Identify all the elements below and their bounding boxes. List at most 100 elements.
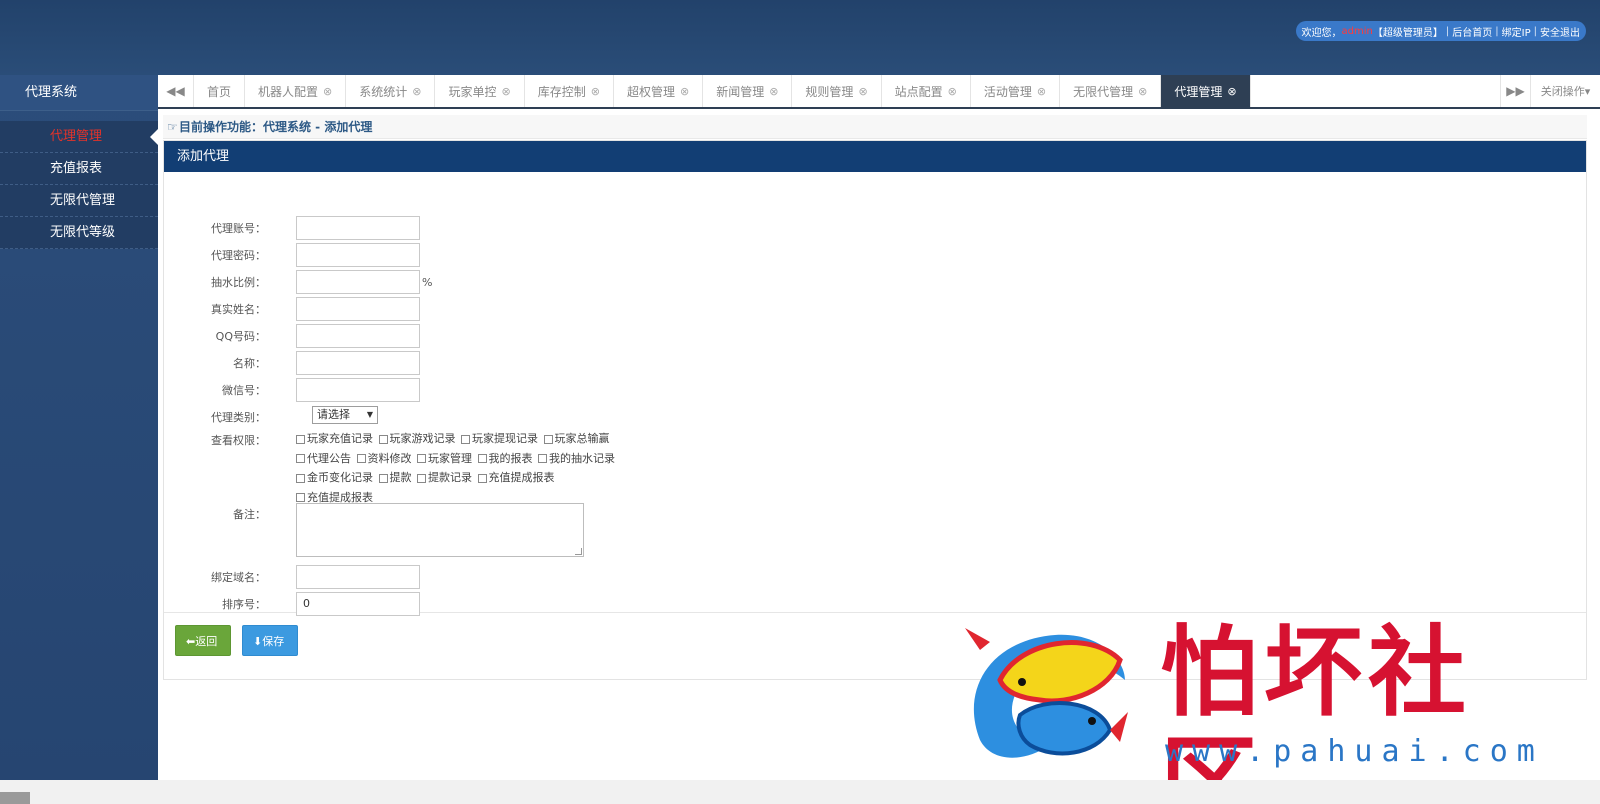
close-icon[interactable]: ⊗ — [1227, 85, 1236, 98]
tab-stock-control[interactable]: 库存控制 ⊗ — [525, 75, 614, 107]
checkbox-label: 玩家总输赢 — [554, 432, 610, 445]
sidebar-item-unlimited-agent[interactable]: 无限代管理 — [0, 185, 158, 217]
bind-domain-input[interactable] — [296, 565, 420, 589]
tab-unlimited-agent[interactable]: 无限代管理 ⊗ — [1060, 75, 1162, 107]
checkbox[interactable] — [477, 454, 487, 463]
tab-label: 库存控制 — [537, 84, 586, 99]
permission-checkbox[interactable]: 玩家充值记录 — [296, 430, 373, 448]
logout-link[interactable]: 安全退出 — [1540, 24, 1580, 39]
tab-label: 无限代管理 — [1073, 84, 1134, 99]
breadcrumb-text: 目前操作功能：代理系统 - 添加代理 — [179, 120, 373, 134]
horizontal-scrollbar[interactable] — [0, 780, 1600, 804]
sidebar-item-recharge-report[interactable]: 充值报表 — [0, 153, 158, 185]
domain-label: 绑定域名： — [211, 571, 266, 584]
tab-bar: ◀◀ 首页 机器人配置 ⊗ 系统统计 ⊗ 玩家单控 ⊗ 库存控制 ⊗ 超权管理 ⊗ 新闻管… — [158, 75, 1600, 109]
tab-home[interactable]: 首页 — [194, 75, 246, 107]
checkbox[interactable] — [378, 434, 388, 444]
resize-handle-icon[interactable] — [575, 548, 582, 555]
permission-checkbox[interactable]: 资料修改 — [356, 450, 412, 468]
admin-home-link[interactable]: 后台首页 — [1452, 24, 1492, 39]
close-operations-dropdown[interactable]: 关闭操作 ▾ — [1530, 75, 1600, 107]
close-icon[interactable]: ⊗ — [858, 85, 867, 98]
tab-label: 超权管理 — [626, 84, 675, 99]
permission-checkbox[interactable]: 金币变化记录 — [296, 469, 373, 487]
add-agent-panel: 添加代理 代理账号： 代理密码： 抽水比例： % 真实姓名： QQ号码： 名称：… — [163, 140, 1587, 680]
permissions-checkbox-group: 玩家充值记录 玩家游戏记录 玩家提现记录 玩家总输赢 代理公告 资料修改 玩家管… — [296, 430, 626, 508]
checkbox[interactable] — [296, 473, 305, 483]
qq-input[interactable] — [296, 324, 420, 348]
close-icon[interactable]: ⊗ — [769, 85, 778, 98]
close-icon[interactable]: ⊗ — [1037, 85, 1046, 98]
permission-checkbox[interactable]: 玩家游戏记录 — [378, 430, 456, 448]
checkbox[interactable] — [477, 473, 487, 483]
checkbox[interactable] — [417, 454, 426, 463]
account-label: 代理账号： — [211, 222, 266, 235]
permission-checkbox[interactable]: 玩家提现记录 — [461, 430, 538, 448]
tab-news[interactable]: 新闻管理 ⊗ — [703, 75, 793, 107]
qq-label: QQ号码： — [215, 330, 266, 343]
checkbox-label: 玩家充值记录 — [307, 432, 373, 445]
scrollbar-thumb[interactable] — [0, 792, 30, 804]
save-button[interactable]: ⬇保存 — [242, 625, 298, 656]
tab-player-control[interactable]: 玩家单控 ⊗ — [435, 75, 525, 107]
name-input[interactable] — [296, 351, 420, 375]
sidebar-item-unlimited-level[interactable]: 无限代等级 — [0, 217, 158, 249]
user-role: 【超级管理员】 — [1372, 27, 1443, 39]
bind-ip-link[interactable]: 绑定IP — [1502, 24, 1531, 39]
checkbox[interactable] — [356, 454, 366, 463]
name-label: 名称： — [233, 357, 266, 370]
agent-password-input[interactable] — [296, 243, 420, 267]
permission-checkbox[interactable]: 玩家总输赢 — [543, 430, 610, 448]
caret-down-icon: ▼ — [366, 410, 373, 419]
caret-down-icon: ▾ — [1584, 84, 1591, 98]
close-icon[interactable]: ⊗ — [502, 85, 511, 98]
permission-checkbox[interactable]: 提款记录 — [417, 469, 472, 487]
type-label: 代理类别： — [211, 411, 266, 424]
checkbox[interactable] — [378, 473, 388, 483]
close-icon[interactable]: ⊗ — [591, 85, 600, 98]
back-button[interactable]: ⬅返回 — [175, 625, 231, 656]
close-icon[interactable]: ⊗ — [680, 85, 689, 98]
tab-robot-config[interactable]: 机器人配置 ⊗ — [245, 75, 347, 107]
real-name-input[interactable] — [296, 297, 420, 321]
close-icon[interactable]: ⊗ — [1138, 85, 1147, 98]
permission-checkbox[interactable]: 代理公告 — [296, 450, 351, 468]
tab-rules[interactable]: 规则管理 ⊗ — [792, 75, 882, 107]
tab-site-config[interactable]: 站点配置 ⊗ — [882, 75, 971, 107]
agent-type-select[interactable]: 请选择 ▼ — [312, 406, 378, 424]
sidebar-title: 代理系统 — [0, 75, 158, 111]
permission-checkbox[interactable]: 玩家管理 — [417, 450, 472, 468]
checkbox[interactable] — [296, 434, 305, 444]
checkbox-label: 资料修改 — [367, 451, 412, 465]
checkbox-label: 提款记录 — [428, 471, 472, 484]
wechat-input[interactable] — [296, 378, 420, 402]
tab-scroll-left-button[interactable]: ◀◀ — [158, 75, 194, 107]
tab-activities[interactable]: 活动管理 ⊗ — [971, 75, 1061, 107]
commission-ratio-input[interactable] — [296, 270, 420, 294]
checkbox[interactable] — [296, 454, 305, 463]
checkbox[interactable] — [543, 434, 553, 444]
permission-checkbox[interactable]: 充值提成报表 — [477, 469, 555, 487]
close-icon[interactable]: ⊗ — [412, 85, 421, 98]
checkbox-label: 玩家游戏记录 — [389, 432, 456, 445]
password-label: 代理密码： — [211, 249, 266, 262]
sidebar-item-agent-management[interactable]: 代理管理 — [0, 121, 158, 153]
tab-agent-management[interactable]: 代理管理 ⊗ — [1161, 75, 1251, 107]
agent-account-input[interactable] — [296, 216, 420, 240]
permission-checkbox[interactable]: 我的报表 — [477, 450, 533, 468]
checkbox[interactable] — [538, 454, 547, 463]
tab-system-stats[interactable]: 系统统计 ⊗ — [346, 75, 436, 107]
tab-super-permission[interactable]: 超权管理 ⊗ — [614, 75, 704, 107]
permission-checkbox[interactable]: 提款 — [378, 469, 412, 487]
close-icon[interactable]: ⊗ — [323, 85, 332, 98]
checkbox[interactable] — [296, 493, 305, 502]
close-icon[interactable]: ⊗ — [948, 85, 957, 98]
checkbox[interactable] — [461, 434, 470, 444]
permission-checkbox[interactable]: 我的抽水记录 — [538, 450, 615, 468]
remark-textarea[interactable] — [296, 503, 584, 557]
checkbox[interactable] — [417, 473, 426, 483]
checkbox-label: 玩家提现记录 — [472, 432, 538, 445]
checkbox-label: 代理公告 — [307, 451, 351, 465]
tab-scroll-right-button[interactable]: ▶▶ — [1500, 75, 1530, 107]
checkbox-label: 金币变化记录 — [307, 471, 373, 484]
